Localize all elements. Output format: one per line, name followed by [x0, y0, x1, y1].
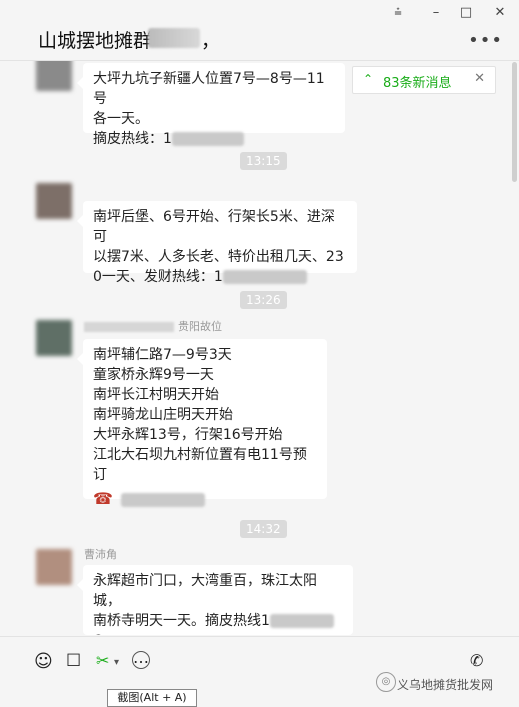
chevron-down-icon[interactable]: ▾: [114, 657, 134, 677]
new-messages-label: 83条新消息: [383, 76, 452, 91]
close-icon[interactable]: ✕: [474, 71, 485, 86]
phone-redaction: [269, 614, 334, 628]
message-line: 永辉超市门口，大湾重百，珠江太阳城，: [93, 573, 317, 609]
chat-area[interactable]: 大坪九坑子新疆人位置7号—8号—11号 各一天。 摘皮热线：1 13:15 南坪…: [0, 61, 519, 635]
chevron-up-icon: ⌃: [363, 72, 374, 86]
scissors-icon[interactable]: ✂: [96, 651, 116, 671]
input-toolbar: ☺ ☐ ✂ ▾ … ✆: [0, 636, 519, 704]
pin-icon[interactable]: ⩮: [386, 4, 410, 22]
message-line: 南坪辅仁路7—9号3天: [93, 347, 232, 363]
avatar[interactable]: [36, 183, 72, 219]
phone-icon: ☎: [93, 489, 113, 508]
message-bubble[interactable]: 南坪辅仁路7—9号3天 童家桥永辉9号一天 南坪长江村明天开始 南坪骑龙山庄明天…: [77, 339, 327, 508]
message-line: 南坪后堡、6号开始、行架长5米、进深可: [93, 209, 335, 245]
video-call-icon[interactable]: ✆: [470, 651, 490, 671]
maximize-button[interactable]: □: [454, 4, 478, 22]
screenshot-tooltip: 截图(Alt + A): [107, 689, 197, 707]
message-line: 江北大石坝九村新位置有电11号预订: [93, 447, 307, 483]
phone-redaction: [171, 132, 244, 146]
avatar[interactable]: [36, 320, 72, 356]
avatar[interactable]: [36, 549, 72, 585]
new-messages-banner[interactable]: ⌃ 83条新消息 ✕: [352, 66, 496, 94]
more-options-icon[interactable]: •••: [468, 30, 503, 51]
timestamp: 14:32: [240, 520, 287, 538]
phone-redaction: [120, 493, 205, 507]
sender-name: 曹沛角: [84, 548, 117, 561]
minimize-button[interactable]: –: [424, 4, 448, 22]
phone-redaction: [222, 270, 307, 284]
avatar[interactable]: [36, 61, 72, 91]
title-bar: 山城摆地摊群 ， ⩮ – □ ✕ •••: [0, 0, 519, 61]
message-bubble[interactable]: 大坪九坑子新疆人位置7号—8号—11号 各一天。 摘皮热线：1: [77, 63, 345, 147]
message-line: 南坪骑龙山庄明天开始: [93, 407, 233, 423]
message-line: 南坪长江村明天开始: [93, 387, 219, 403]
message-line: 0一天、发财热线：1: [93, 269, 223, 285]
chat-title: 山城摆地摊群: [38, 30, 153, 52]
scrollbar[interactable]: [512, 62, 517, 182]
message-line: 摘皮热线：1: [93, 131, 172, 147]
watermark-logo-icon: ◎: [376, 672, 396, 692]
message-line: 童家桥永辉9号一天: [93, 367, 214, 383]
emoji-icon[interactable]: ☺: [34, 651, 54, 672]
message-bubble[interactable]: 南坪后堡、6号开始、行架长5米、进深可 以摆7米、人多长老、特价出租几天、23 …: [77, 201, 357, 285]
message-line: 大坪永辉13号，行架16号开始: [93, 427, 283, 443]
chat-history-icon[interactable]: …: [132, 650, 150, 669]
message-line: 以摆7米、人多长老、特价出租几天、23: [93, 249, 344, 265]
message-line: 南桥寺明天一天。摘皮热线1: [93, 613, 270, 629]
folder-icon[interactable]: ☐: [66, 651, 86, 671]
sender-name: 贵阳故位: [84, 318, 222, 334]
message-line: 各一天。: [93, 111, 149, 127]
watermark-text: 义乌地摊货批发网: [397, 678, 494, 692]
message-line: 6: [93, 631, 343, 635]
timestamp: 13:15: [240, 152, 287, 170]
timestamp: 13:26: [240, 291, 287, 309]
title-suffix: ，: [201, 30, 221, 52]
title-redaction: [148, 28, 200, 48]
close-button[interactable]: ✕: [488, 4, 512, 22]
message-bubble[interactable]: 永辉超市门口，大湾重百，珠江太阳城， 南桥寺明天一天。摘皮热线1 6: [77, 565, 353, 635]
message-line: 大坪九坑子新疆人位置7号—8号—11号: [93, 71, 325, 107]
